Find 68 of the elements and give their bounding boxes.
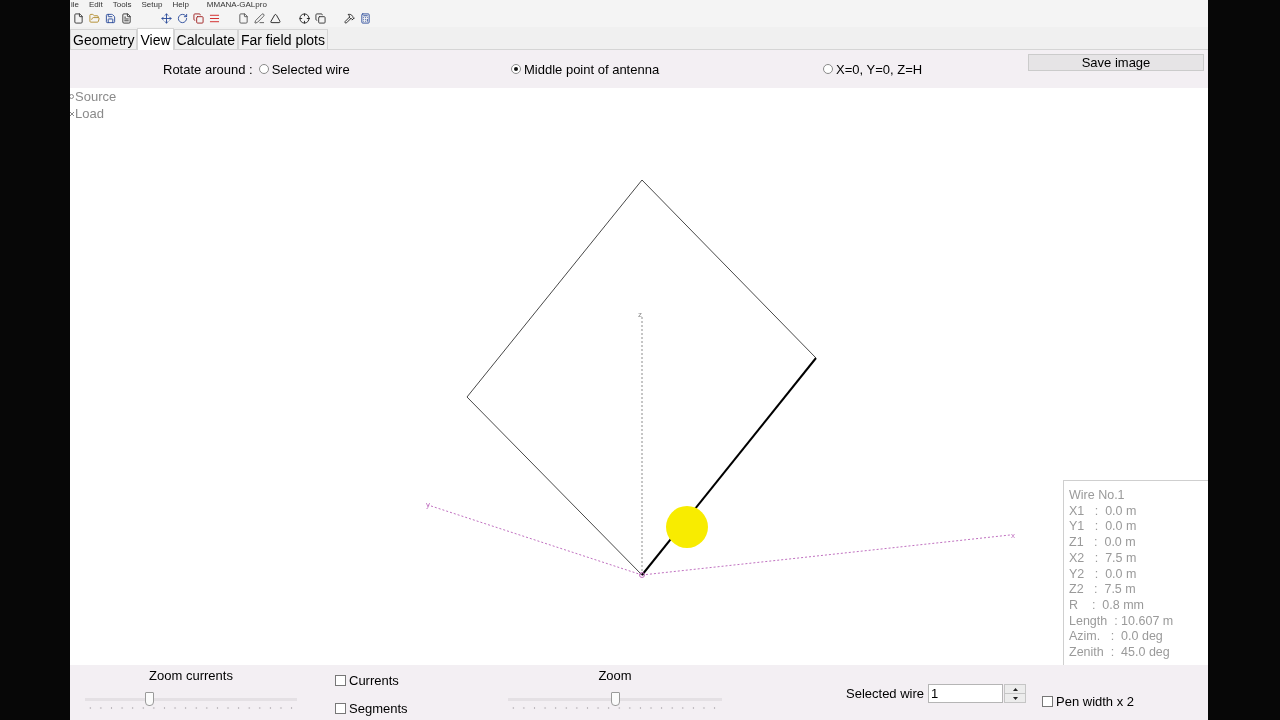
selected-wire-label: Selected wire	[846, 686, 925, 701]
wire-info-line: Azim. : 0.0 deg	[1069, 629, 1164, 646]
calculator-icon[interactable]	[360, 13, 371, 24]
save-image-button[interactable]: Save image	[1028, 54, 1204, 71]
wire-info-line: X1 : 0.0 m	[1069, 503, 1138, 520]
menu-item[interactable]: Edit	[89, 0, 103, 10]
legend-label: Load	[75, 106, 104, 122]
checkbox-label: Segments	[349, 701, 408, 716]
pen-icon[interactable]	[254, 13, 265, 24]
page-icon[interactable]	[73, 13, 84, 24]
cursor-highlight-icon	[666, 506, 708, 548]
axis-label: z	[638, 310, 642, 319]
radio-label: Selected wire	[271, 61, 350, 77]
wire-info-line: X2 : 7.5 m	[1069, 550, 1138, 567]
copy-icon[interactable]	[315, 13, 326, 24]
crosshair-icon[interactable]	[299, 13, 310, 24]
checkbox-label: Pen width x 2	[1056, 693, 1135, 709]
slider-label: Zoom currents	[149, 668, 233, 684]
rotate-icon[interactable]	[177, 13, 188, 24]
copy-icon[interactable]	[193, 13, 204, 24]
selected-wire-field[interactable]: 1	[928, 684, 1004, 703]
document-icon[interactable]	[121, 13, 132, 24]
origin-marker-icon	[639, 572, 645, 578]
lines-icon[interactable]	[209, 13, 220, 24]
tab[interactable]: Calculate	[173, 29, 238, 49]
up-arrow-icon	[1012, 687, 1018, 691]
slider-label: Zoom	[598, 668, 632, 684]
folder-icon[interactable]	[89, 13, 100, 24]
radio-label: Middle point of antenna	[524, 61, 660, 77]
floppy-icon[interactable]	[105, 13, 116, 24]
axis-label: y	[426, 500, 430, 509]
wire-info-line: Length : 10.607 m	[1069, 613, 1175, 630]
app-title: MMANA-GALpro	[206, 0, 267, 10]
menu-item[interactable]: Help	[172, 0, 189, 10]
wire-info-line: Z1 : 0.0 m	[1069, 535, 1137, 551]
legend-label: Source	[75, 89, 117, 105]
wire-info-title: Wire No.1	[1069, 488, 1126, 504]
move-arrows-icon[interactable]	[161, 13, 172, 24]
radio-button[interactable]	[511, 64, 521, 74]
axis-label: x	[1011, 531, 1015, 540]
slider-thumb[interactable]	[144, 692, 154, 706]
wire-info-line: R : 0.8 mm	[1069, 597, 1145, 614]
checkbox-label: Currents	[349, 673, 399, 688]
page-icon[interactable]	[238, 13, 249, 24]
rotate-label: Rotate around :	[163, 61, 253, 77]
wire-info-line: Y1 : 0.0 m	[1069, 519, 1138, 536]
checkbox[interactable]	[335, 675, 346, 686]
tab[interactable]: View	[137, 28, 174, 50]
tab[interactable]: Geometry	[70, 29, 138, 49]
wire-info-line: Y2 : 0.0 m	[1069, 566, 1138, 583]
wire-info-line: Z2 : 7.5 m	[1069, 582, 1137, 598]
tools-icon[interactable]	[344, 13, 355, 24]
source-marker-icon	[70, 94, 75, 100]
radio-button[interactable]	[823, 64, 833, 74]
tab[interactable]: Far field plots	[237, 29, 328, 49]
menu-item[interactable]: Setup	[141, 0, 163, 10]
down-arrow-icon	[1012, 696, 1018, 700]
slider-thumb[interactable]	[611, 692, 620, 706]
triangle-icon[interactable]	[270, 13, 281, 24]
radio-label: X=0, Y=0, Z=H	[836, 61, 923, 77]
menu-item[interactable]: Tools	[112, 0, 132, 10]
load-marker-icon	[70, 111, 75, 117]
checkbox[interactable]	[1042, 695, 1053, 707]
menu-item[interactable]: ile	[71, 0, 79, 10]
spinner-control[interactable]	[1004, 684, 1027, 703]
radio-button[interactable]	[258, 64, 269, 74]
checkbox[interactable]	[335, 703, 346, 714]
wire-info-line: Zenith : 45.0 deg	[1069, 645, 1171, 661]
